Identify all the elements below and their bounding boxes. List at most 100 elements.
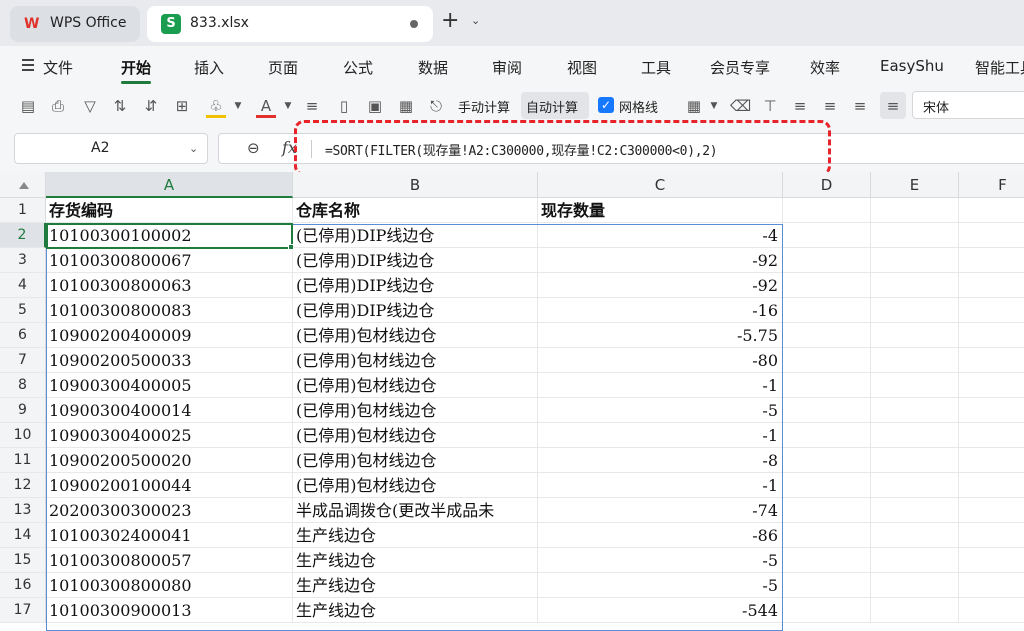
row-header[interactable]: 8 bbox=[0, 373, 46, 398]
cell-quantity[interactable]: -1 bbox=[538, 473, 783, 498]
row-header[interactable]: 4 bbox=[0, 273, 46, 298]
cell-empty[interactable] bbox=[783, 423, 871, 448]
chevron-down-icon[interactable]: ⌄ bbox=[471, 14, 480, 27]
row-header[interactable]: 9 bbox=[0, 398, 46, 423]
font-color-icon[interactable]: A bbox=[256, 96, 276, 116]
menu-page[interactable]: 页面 bbox=[268, 57, 298, 78]
align-top-icon[interactable]: ⊤ bbox=[760, 96, 780, 116]
row-header[interactable]: 12 bbox=[0, 473, 46, 498]
row-header[interactable]: 11 bbox=[0, 448, 46, 473]
cell-empty[interactable] bbox=[871, 423, 959, 448]
cell-sku[interactable]: 10900200100044 bbox=[46, 473, 293, 498]
cell-sku[interactable]: 10100300100002 bbox=[46, 223, 293, 248]
cell-warehouse[interactable]: (已停用)包材线边仓 bbox=[293, 448, 538, 473]
cell-quantity[interactable]: -74 bbox=[538, 498, 783, 523]
table-style-dropdown-icon[interactable]: ▼ bbox=[704, 96, 724, 116]
cell-sku[interactable]: 10100302400041 bbox=[46, 523, 293, 548]
cell-empty[interactable] bbox=[783, 473, 871, 498]
align-left-icon[interactable]: ≡ bbox=[790, 96, 810, 116]
cell-warehouse[interactable]: 半成品调拨仓(更改半成品未 bbox=[293, 498, 538, 523]
cell-warehouse[interactable]: 生产线边仓 bbox=[293, 573, 538, 598]
row-header[interactable]: 5 bbox=[0, 298, 46, 323]
menu-smart-tools[interactable]: 智能工具 bbox=[975, 57, 1024, 78]
cell-empty[interactable] bbox=[959, 223, 1024, 248]
cell-empty[interactable] bbox=[871, 323, 959, 348]
cell-empty[interactable] bbox=[783, 373, 871, 398]
cell-quantity[interactable]: -5.75 bbox=[538, 323, 783, 348]
cell-empty[interactable] bbox=[871, 348, 959, 373]
row-header[interactable]: 14 bbox=[0, 523, 46, 548]
cell-sku[interactable]: 10100300800080 bbox=[46, 573, 293, 598]
menu-insert[interactable]: 插入 bbox=[194, 57, 224, 78]
cell-empty[interactable] bbox=[871, 573, 959, 598]
menu-file[interactable]: 文件 bbox=[43, 57, 73, 78]
cell-warehouse[interactable]: (已停用)包材线边仓 bbox=[293, 348, 538, 373]
cell-empty[interactable] bbox=[959, 573, 1024, 598]
cell-sku[interactable]: 10100300800083 bbox=[46, 298, 293, 323]
row-header[interactable]: 3 bbox=[0, 248, 46, 273]
cell-empty[interactable] bbox=[959, 198, 1024, 223]
cell-warehouse[interactable]: (已停用)包材线边仓 bbox=[293, 423, 538, 448]
cell-empty[interactable] bbox=[871, 373, 959, 398]
cell-warehouse[interactable]: (已停用)DIP线边仓 bbox=[293, 298, 538, 323]
cell-sku[interactable]: 10100300800063 bbox=[46, 273, 293, 298]
cell-empty[interactable] bbox=[783, 198, 871, 223]
align-center-icon[interactable]: ≡ bbox=[820, 96, 840, 116]
cell-sku[interactable]: 10900200500033 bbox=[46, 348, 293, 373]
cell-empty[interactable] bbox=[959, 448, 1024, 473]
cell-quantity[interactable]: -86 bbox=[538, 523, 783, 548]
chevron-down-icon[interactable]: ⌄ bbox=[189, 142, 198, 155]
sort-descending-icon[interactable]: ⇵ bbox=[141, 96, 161, 116]
cell-empty[interactable] bbox=[783, 348, 871, 373]
row-header[interactable]: 15 bbox=[0, 548, 46, 573]
row-header[interactable]: 17 bbox=[0, 598, 46, 623]
cell-warehouse[interactable]: (已停用)包材线边仓 bbox=[293, 373, 538, 398]
cell-empty[interactable] bbox=[959, 248, 1024, 273]
cell-sku[interactable]: 10900200400009 bbox=[46, 323, 293, 348]
row-header[interactable]: 1 bbox=[0, 198, 46, 223]
clear-format-icon[interactable]: ⌫ bbox=[730, 96, 751, 116]
align-right-icon[interactable]: ≡ bbox=[850, 96, 870, 116]
auto-calc-button[interactable]: 自动计算 bbox=[526, 97, 578, 116]
cell-empty[interactable] bbox=[871, 473, 959, 498]
font-color-dropdown-icon[interactable]: ▼ bbox=[278, 96, 298, 116]
cell-quantity[interactable]: -5 bbox=[538, 548, 783, 573]
tab-wps-office[interactable]: W WPS Office bbox=[10, 6, 140, 42]
cell-empty[interactable] bbox=[959, 323, 1024, 348]
name-box[interactable]: A2 ⌄ bbox=[14, 133, 208, 164]
cell-warehouse[interactable]: (已停用)DIP线边仓 bbox=[293, 223, 538, 248]
manual-calc-button[interactable]: 手动计算 bbox=[458, 97, 510, 116]
cell-empty[interactable] bbox=[783, 573, 871, 598]
cell-quantity[interactable]: -92 bbox=[538, 248, 783, 273]
cell-empty[interactable] bbox=[959, 398, 1024, 423]
gridlines-checkbox[interactable]: ✓ bbox=[598, 97, 614, 113]
cell-empty[interactable] bbox=[783, 398, 871, 423]
cell-empty[interactable] bbox=[871, 273, 959, 298]
align-text-icon[interactable]: ≡ bbox=[302, 96, 322, 116]
filter-icon[interactable]: ▽ bbox=[80, 96, 100, 116]
borders-icon[interactable]: ⊞ bbox=[172, 96, 192, 116]
column-width-icon[interactable]: ▯ bbox=[334, 96, 354, 116]
zoom-search-icon[interactable]: ⊖ bbox=[247, 139, 260, 157]
menu-member[interactable]: 会员专享 bbox=[710, 57, 770, 78]
column-header-e[interactable]: E bbox=[871, 172, 959, 198]
column-header-b[interactable]: B bbox=[293, 172, 538, 198]
column-header-c[interactable]: C bbox=[538, 172, 783, 198]
cell-empty[interactable] bbox=[959, 523, 1024, 548]
fill-color-icon[interactable]: ♧ bbox=[206, 96, 226, 116]
cell-quantity[interactable]: -1 bbox=[538, 423, 783, 448]
header-cell-quantity[interactable]: 现存数量 bbox=[538, 198, 783, 223]
menu-review[interactable]: 审阅 bbox=[492, 57, 522, 78]
row-header[interactable]: 2 bbox=[0, 223, 46, 248]
format-cells-icon[interactable]: ▣ bbox=[365, 96, 385, 116]
cell-empty[interactable] bbox=[871, 498, 959, 523]
cell-empty[interactable] bbox=[783, 448, 871, 473]
menu-efficiency[interactable]: 效率 bbox=[810, 57, 840, 78]
menu-data[interactable]: 数据 bbox=[418, 57, 448, 78]
cell-empty[interactable] bbox=[871, 548, 959, 573]
cell-quantity[interactable]: -544 bbox=[538, 598, 783, 623]
cell-quantity[interactable]: -92 bbox=[538, 273, 783, 298]
cell-quantity[interactable]: -1 bbox=[538, 373, 783, 398]
cell-empty[interactable] bbox=[783, 248, 871, 273]
column-header-a[interactable]: A bbox=[46, 172, 293, 198]
